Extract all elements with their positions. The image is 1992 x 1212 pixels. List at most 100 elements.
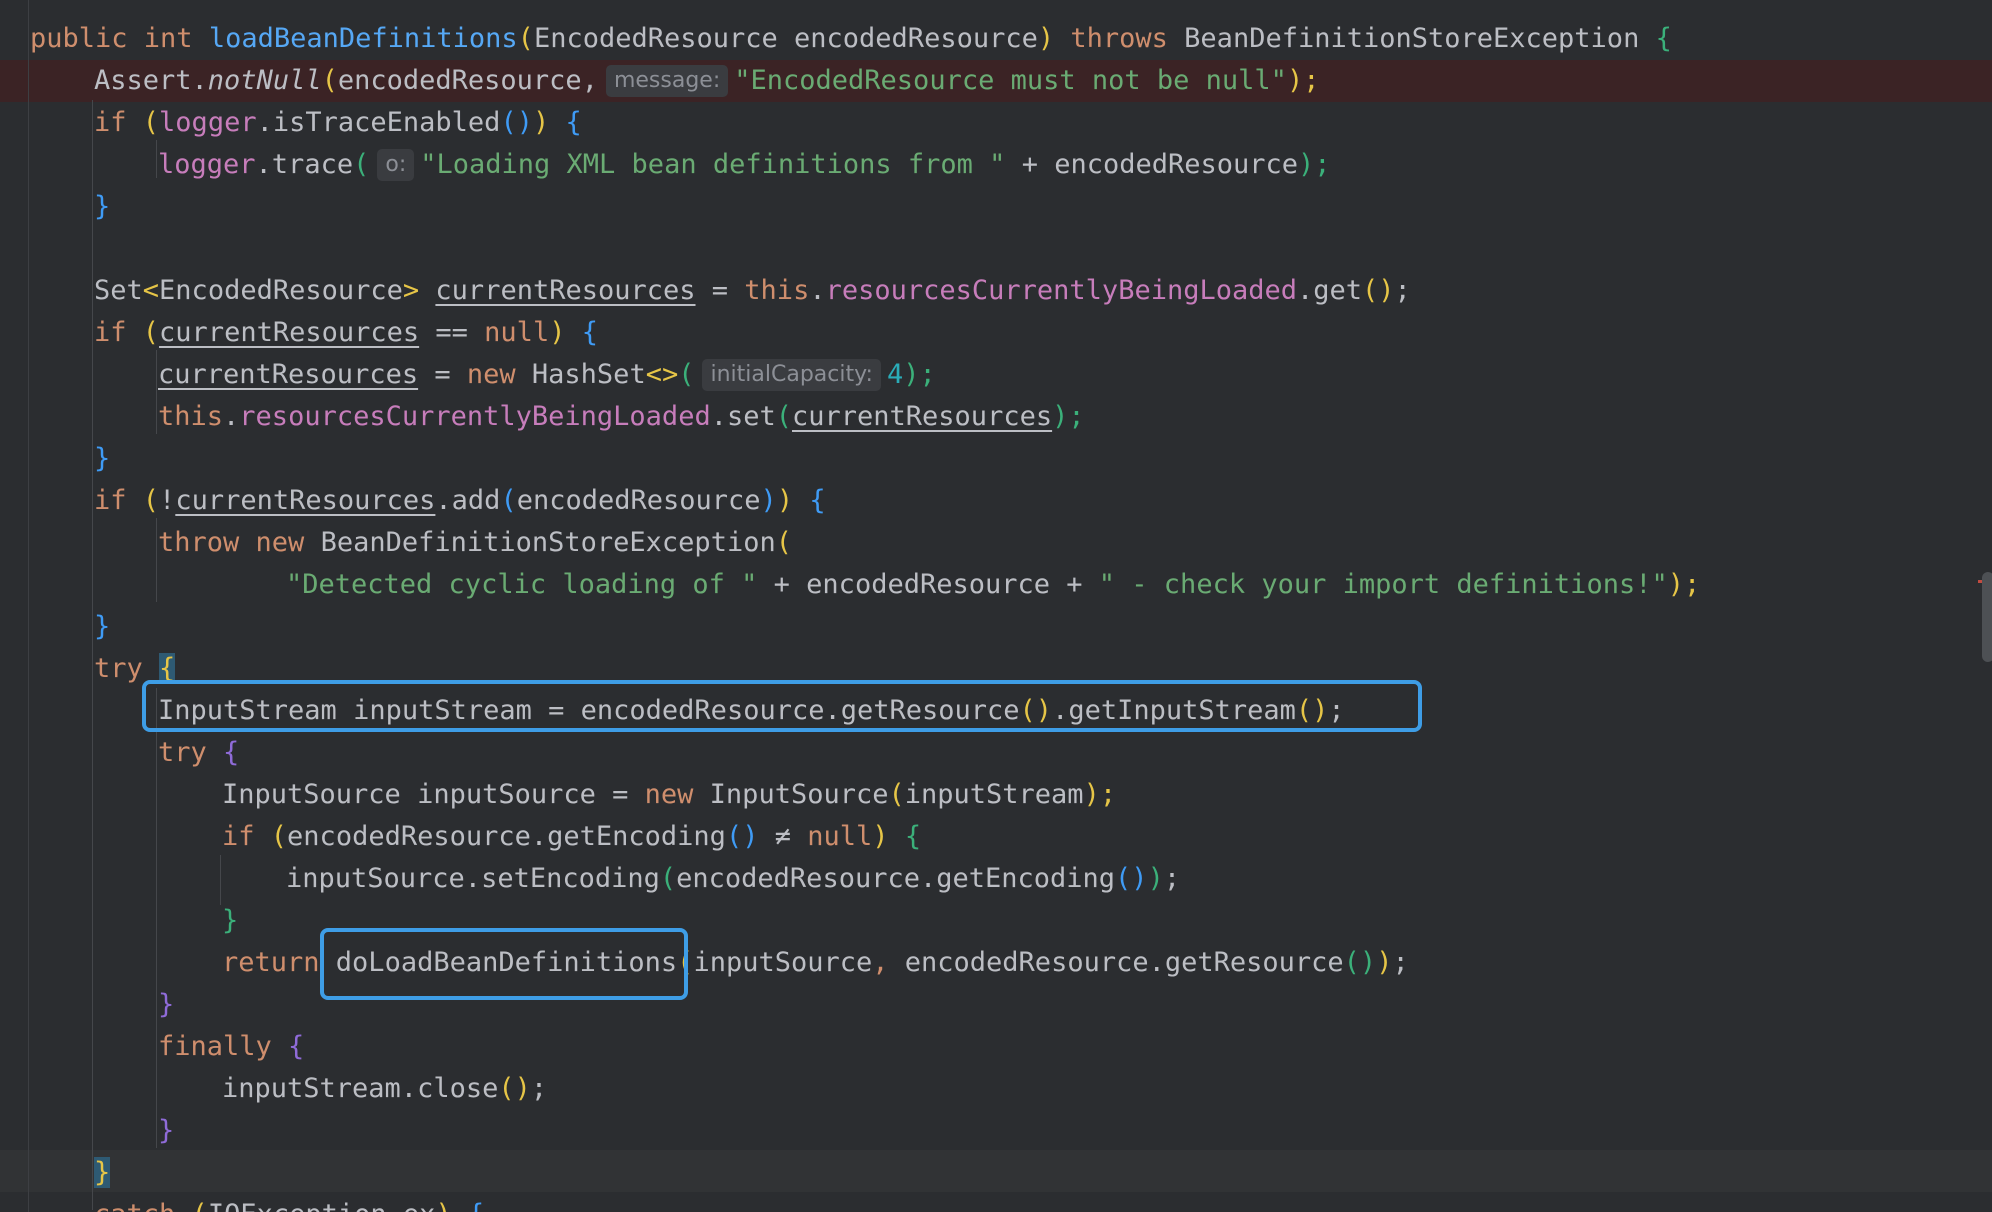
code-token: if bbox=[222, 821, 271, 852]
code-token: = bbox=[418, 359, 467, 390]
indent-guide bbox=[156, 1066, 157, 1136]
code-token: Set bbox=[94, 275, 143, 306]
code-token: finally bbox=[158, 1031, 289, 1062]
code-token: ( bbox=[142, 485, 160, 516]
code-token: logger bbox=[158, 149, 256, 180]
code-token: { bbox=[581, 317, 598, 348]
code-token: ); bbox=[1083, 779, 1117, 810]
code-line-27[interactable]: } bbox=[94, 1152, 111, 1194]
code-token: currentResources bbox=[435, 275, 696, 306]
code-token: HashSet bbox=[531, 359, 646, 390]
code-token: ; bbox=[1392, 947, 1409, 978]
code-token: throw new bbox=[158, 527, 321, 558]
vertical-scrollbar-thumb[interactable] bbox=[1982, 572, 1992, 662]
code-token: this bbox=[158, 401, 224, 432]
code-token: ( bbox=[142, 317, 160, 348]
code-token: "EncodedResource must not be null" bbox=[734, 65, 1287, 96]
code-line-1[interactable]: public int loadBeanDefinitions(EncodedRe… bbox=[30, 18, 1672, 60]
code-line-7[interactable]: if (currentResources == null) { bbox=[94, 312, 598, 354]
code-token: } bbox=[222, 905, 239, 936]
code-token: if bbox=[94, 485, 143, 516]
code-line-9[interactable]: this.resourcesCurrentlyBeingLoaded.set(c… bbox=[158, 396, 1085, 438]
code-line-12[interactable]: throw new BeanDefinitionStoreException( bbox=[158, 522, 792, 564]
code-token: InputSource bbox=[709, 779, 889, 810]
code-token: + encodedResource bbox=[1005, 149, 1299, 180]
code-token: ( bbox=[517, 23, 534, 54]
code-line-11[interactable]: if (!currentResources.add(encodedResourc… bbox=[94, 480, 826, 522]
code-token: { bbox=[565, 107, 582, 138]
code-token: ) bbox=[776, 485, 794, 516]
code-token: "Loading XML bean definitions from " bbox=[420, 149, 1006, 180]
code-token: ; bbox=[1394, 275, 1411, 306]
code-line-21[interactable]: } bbox=[222, 900, 238, 942]
code-line-19[interactable]: if (encodedResource.getEncoding() ≠ null… bbox=[222, 816, 921, 858]
code-line-20[interactable]: inputSource.setEncoding(encodedResource.… bbox=[286, 858, 1180, 900]
code-token: <> bbox=[645, 359, 679, 390]
code-token: ( bbox=[775, 527, 792, 558]
code-token: ) bbox=[1037, 23, 1055, 54]
code-line-8[interactable]: currentResources = new HashSet<>(initial… bbox=[158, 354, 936, 396]
annotation-box-doloadbeandefinitions bbox=[320, 928, 688, 1000]
indent-guide bbox=[220, 855, 221, 905]
code-line-26[interactable]: } bbox=[158, 1110, 174, 1152]
code-token: .trace bbox=[255, 149, 354, 180]
code-line-3[interactable]: if (logger.isTraceEnabled()) { bbox=[94, 102, 582, 144]
code-line-17[interactable]: try { bbox=[158, 732, 239, 774]
code-token: ≠ bbox=[758, 821, 808, 852]
code-line-28[interactable]: catch (IOException ex) { bbox=[94, 1194, 484, 1212]
parameter-hint: initialCapacity: bbox=[702, 359, 881, 391]
code-token: { bbox=[288, 1031, 305, 1062]
code-line-13[interactable]: "Detected cyclic loading of " + encodedR… bbox=[286, 564, 1700, 606]
code-token: ( bbox=[888, 779, 905, 810]
code-line-5[interactable]: } bbox=[94, 186, 110, 228]
code-token: ); bbox=[1298, 149, 1331, 180]
code-token: ) bbox=[532, 107, 550, 138]
code-line-2[interactable]: Assert.notNull(encodedResource, message: "… bbox=[94, 60, 1319, 102]
code-line-24[interactable]: finally { bbox=[158, 1026, 304, 1068]
code-token: null bbox=[807, 821, 873, 852]
code-line-10[interactable]: } bbox=[94, 438, 110, 480]
code-token: ); bbox=[1052, 401, 1085, 432]
code-token: > bbox=[402, 275, 420, 306]
code-token: < bbox=[142, 275, 160, 306]
code-token: } bbox=[158, 1115, 175, 1146]
code-editor[interactable]: public int loadBeanDefinitions(EncodedRe… bbox=[0, 0, 1992, 1212]
code-line-18[interactable]: InputSource inputSource = new InputSourc… bbox=[222, 774, 1116, 816]
code-token: loadBeanDefinitions bbox=[208, 23, 518, 54]
code-line-4[interactable]: logger.trace(o: "Loading XML bean definit… bbox=[158, 144, 1331, 186]
code-token: null bbox=[484, 317, 550, 348]
code-token: ( bbox=[270, 821, 288, 852]
code-token: { bbox=[809, 485, 826, 516]
code-token: ) bbox=[1147, 863, 1164, 894]
code-token: "Detected cyclic loading of " bbox=[286, 569, 758, 600]
code-token: () bbox=[725, 821, 759, 852]
code-token: ) bbox=[1376, 947, 1393, 978]
code-token: = bbox=[695, 275, 745, 306]
code-token: this bbox=[744, 275, 810, 306]
code-token: ; bbox=[1163, 863, 1181, 894]
code-token: IOException ex bbox=[208, 1199, 436, 1212]
code-token: throws bbox=[1054, 23, 1185, 54]
code-token: ( bbox=[500, 485, 517, 516]
code-token: ) bbox=[435, 1199, 451, 1212]
code-token: inputStream bbox=[904, 779, 1084, 810]
code-line-14[interactable]: } bbox=[94, 606, 110, 648]
code-line-25[interactable]: inputStream.close(); bbox=[222, 1068, 547, 1110]
code-token: ( bbox=[775, 401, 792, 432]
indent-guide bbox=[156, 518, 157, 602]
code-token: ; bbox=[530, 1073, 548, 1104]
code-token: notNull bbox=[207, 65, 322, 96]
current-line-highlight bbox=[0, 1150, 1992, 1192]
code-token: encodedResource.getEncoding bbox=[287, 821, 726, 852]
code-token: .get bbox=[1297, 275, 1363, 306]
code-token: ( bbox=[353, 149, 370, 180]
code-line-23[interactable]: } bbox=[158, 984, 174, 1026]
code-token: 4 bbox=[886, 359, 904, 390]
code-token: catch bbox=[94, 1199, 192, 1212]
code-line-6[interactable]: Set<EncodedResource> currentResources = … bbox=[94, 270, 1411, 312]
code-token: inputSource.setEncoding bbox=[286, 863, 660, 894]
parameter-hint: message: bbox=[605, 65, 729, 97]
